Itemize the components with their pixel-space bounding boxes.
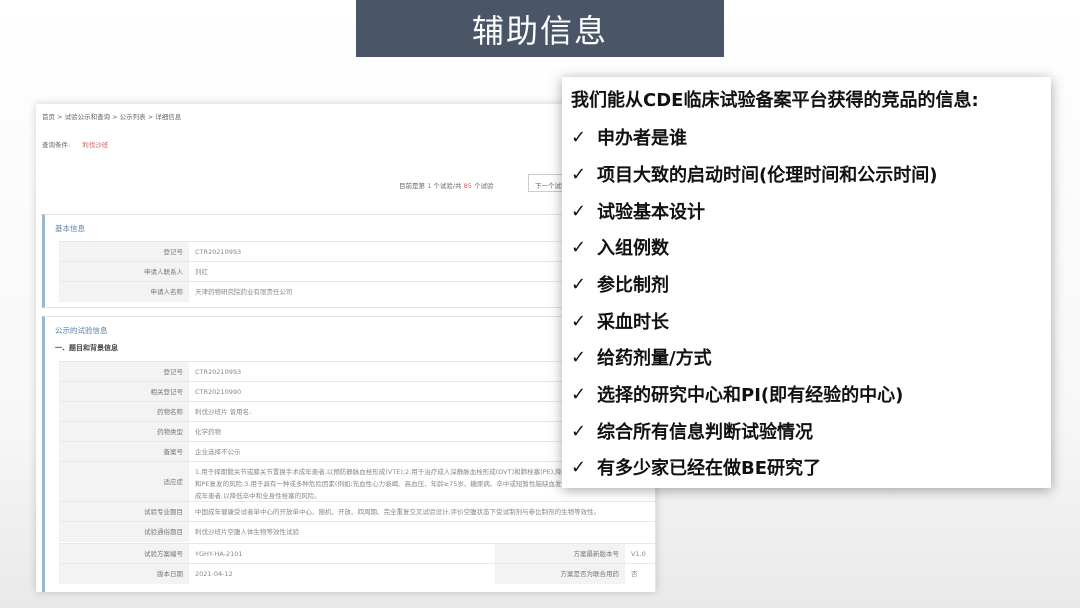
breadcrumb: 首页 > 试验公示和查询 > 公示列表 > 详细信息 bbox=[42, 113, 182, 121]
table-row: 试验方案编号 YGHY-HA-2101 方案最新版本号 V1.0 bbox=[59, 543, 655, 564]
check-icon: ✓ bbox=[571, 200, 587, 222]
slide-title: 辅助信息 bbox=[471, 11, 608, 50]
row-value: 否 bbox=[631, 570, 638, 578]
check-icon: ✓ bbox=[571, 273, 587, 295]
list-item-text: 参比制剂 bbox=[597, 275, 669, 296]
row-value: CTR20210993 bbox=[195, 248, 242, 256]
check-icon: ✓ bbox=[571, 310, 587, 332]
row-label: 备案号 bbox=[59, 442, 189, 462]
row-value: YGHY-HA-2101 bbox=[195, 550, 243, 558]
row-value: 刘红 bbox=[195, 268, 208, 276]
table-row: 试验专业题目 中国成年健康受试者单中心的开放单中心、随机、开放、四周期、完全重复… bbox=[59, 501, 655, 522]
pager-text: 目前是第 1 个试验/共 85 个试验 bbox=[399, 180, 493, 190]
list-item: ✓ 申办者是谁 bbox=[571, 124, 687, 150]
check-icon: ✓ bbox=[571, 420, 587, 442]
table-row: 版本日期 2021-04-12 方案是否为联合用药 否 bbox=[59, 563, 655, 584]
row-label: 申请人名称 bbox=[59, 282, 189, 302]
list-item: ✓ 综合所有信息判断试验情况 bbox=[571, 418, 813, 444]
slide-title-banner: 辅助信息 bbox=[356, 0, 724, 57]
query-condition: 查询条件: 利伐沙班 bbox=[42, 139, 108, 149]
check-icon: ✓ bbox=[571, 383, 587, 405]
row-label: 相关登记号 bbox=[59, 382, 189, 402]
subsection-title: 一、题目和背景信息 bbox=[55, 344, 118, 352]
list-item-text: 申办者是谁 bbox=[597, 128, 687, 149]
row-label: 方案最新版本号 bbox=[495, 544, 625, 564]
list-item: ✓ 试验基本设计 bbox=[571, 198, 705, 224]
row-label: 药物名称 bbox=[59, 402, 189, 422]
row-label: 适应症 bbox=[59, 462, 189, 502]
row-label: 申请人联系人 bbox=[59, 262, 189, 282]
info-card: 我们能从CDE临床试验备案平台获得的竞品的信息: ✓ 申办者是谁 ✓ 项目大致的… bbox=[562, 77, 1051, 488]
row-value: CTR20210990 bbox=[195, 388, 242, 396]
list-item: ✓ 采血时长 bbox=[571, 308, 669, 334]
card-heading: 我们能从CDE临床试验备案平台获得的竞品的信息: bbox=[571, 90, 979, 111]
list-item: ✓ 给药剂量/方式 bbox=[571, 344, 712, 370]
table-row: 试验通俗题目 利伐沙班片空腹人体生物等效性试验 bbox=[59, 521, 655, 542]
pager-suffix: 个试验 bbox=[473, 182, 494, 190]
pager-mid: 个试验/共 bbox=[433, 182, 462, 190]
list-item-text: 采血时长 bbox=[597, 312, 669, 333]
row-value: 天津药物研究院药业有限责任公司 bbox=[195, 288, 293, 296]
check-icon: ✓ bbox=[571, 236, 587, 258]
row-label: 试验方案编号 bbox=[59, 544, 189, 564]
row-label: 登记号 bbox=[59, 362, 189, 382]
condition-label: 查询条件: bbox=[42, 141, 71, 149]
list-item-text: 入组例数 bbox=[597, 238, 669, 259]
row-label: 版本日期 bbox=[59, 564, 189, 584]
basic-info-title: 基本信息 bbox=[55, 224, 85, 233]
list-item-text: 选择的研究中心和PI(即有经验的中心) bbox=[597, 385, 904, 406]
row-value: 2021-04-12 bbox=[195, 570, 233, 578]
row-label: 试验通俗题目 bbox=[59, 522, 189, 542]
list-item-text: 有多少家已经在做BE研究了 bbox=[597, 458, 822, 479]
check-icon: ✓ bbox=[571, 346, 587, 368]
list-item: ✓ 入组例数 bbox=[571, 234, 669, 260]
row-label: 方案是否为联合用药 bbox=[495, 564, 625, 584]
pager-total: 85 bbox=[463, 182, 472, 190]
list-item-text: 试验基本设计 bbox=[597, 202, 705, 223]
row-value: 利伐沙班片空腹人体生物等效性试验 bbox=[195, 528, 299, 536]
row-label: 药物类型 bbox=[59, 422, 189, 442]
check-icon: ✓ bbox=[571, 163, 587, 185]
list-item: ✓ 选择的研究中心和PI(即有经验的中心) bbox=[571, 381, 903, 407]
row-value: 化学药物 bbox=[195, 428, 221, 436]
row-label: 登记号 bbox=[59, 242, 189, 262]
check-icon: ✓ bbox=[571, 126, 587, 148]
pager-prefix: 目前是第 bbox=[399, 182, 425, 190]
list-item: ✓ 参比制剂 bbox=[571, 271, 669, 297]
row-value: V1.0 bbox=[631, 550, 646, 558]
public-trial-title: 公示的试验信息 bbox=[55, 326, 108, 335]
row-value: 中国成年健康受试者单中心的开放单中心、随机、开放、四周期、完全重复交叉试验设计,… bbox=[195, 508, 601, 516]
list-item-text: 项目大致的启动时间(伦理时间和公示时间) bbox=[597, 165, 938, 186]
pager-current: 1 bbox=[427, 182, 432, 190]
check-icon: ✓ bbox=[571, 456, 587, 478]
list-item: ✓ 有多少家已经在做BE研究了 bbox=[571, 454, 821, 480]
condition-value: 利伐沙班 bbox=[82, 141, 109, 149]
row-value: CTR20210993 bbox=[195, 368, 242, 376]
list-item-text: 给药剂量/方式 bbox=[597, 348, 712, 369]
row-value: 利伐沙班片 曾用名: bbox=[195, 408, 252, 416]
row-value: 企业选择不公示 bbox=[195, 448, 241, 456]
row-label: 试验专业题目 bbox=[59, 502, 189, 522]
list-item-text: 综合所有信息判断试验情况 bbox=[597, 422, 813, 443]
list-item: ✓ 项目大致的启动时间(伦理时间和公示时间) bbox=[571, 161, 937, 187]
